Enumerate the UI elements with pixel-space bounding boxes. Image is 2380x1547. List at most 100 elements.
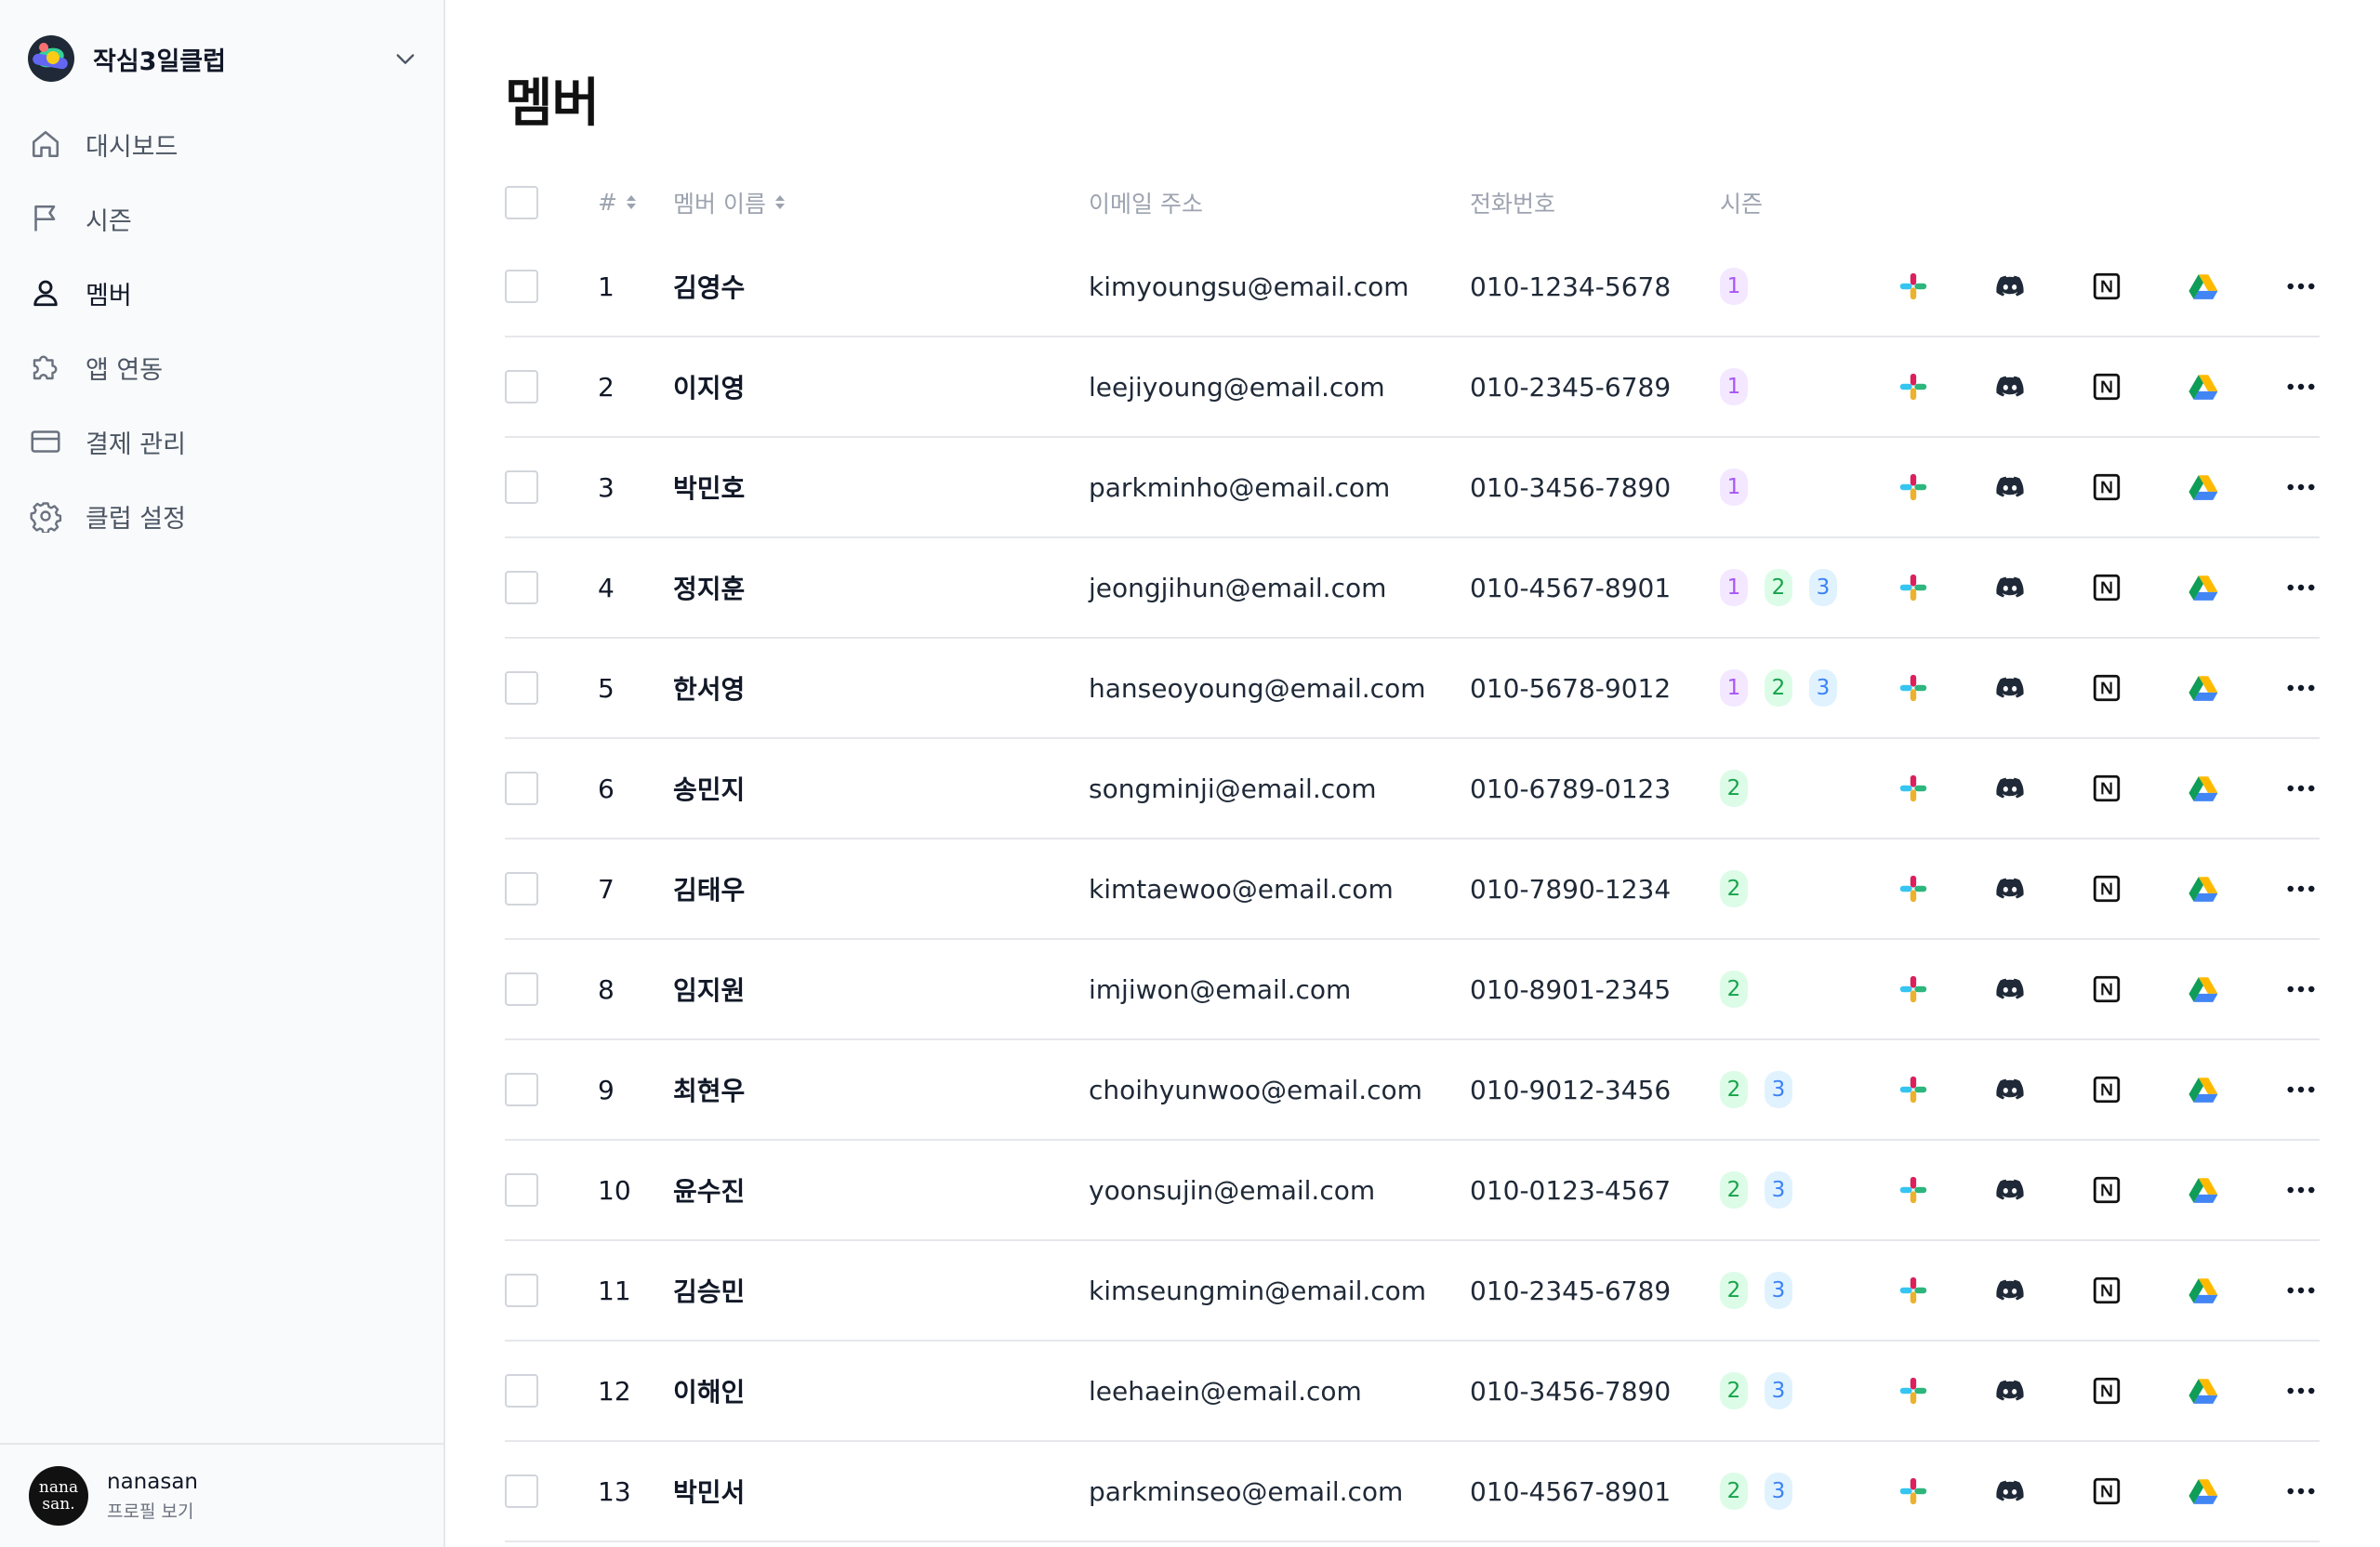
google-drive-icon[interactable]: [2187, 571, 2220, 604]
sidebar-item-club-settings[interactable]: 클럽 설정: [28, 479, 418, 553]
user-profile[interactable]: nana san. nanasan 프로필 보기: [0, 1443, 443, 1547]
slack-icon[interactable]: [1897, 1274, 1930, 1307]
slack-icon[interactable]: [1897, 571, 1930, 604]
row-checkbox[interactable]: [505, 1274, 538, 1307]
slack-icon[interactable]: [1897, 1173, 1930, 1207]
season-badge: 3: [1765, 1272, 1792, 1309]
notion-icon[interactable]: [2090, 1374, 2123, 1408]
sidebar-item-app-integration[interactable]: 앱 연동: [28, 330, 418, 404]
more-options-icon[interactable]: [2282, 270, 2320, 303]
more-options-icon[interactable]: [2282, 571, 2320, 604]
table-row: 4 정지훈 jeongjihun@email.com 010-4567-8901…: [505, 538, 2320, 639]
google-drive-icon[interactable]: [2187, 972, 2220, 1006]
row-checkbox[interactable]: [505, 571, 538, 604]
club-switcher[interactable]: 작심3일클럽: [28, 33, 418, 84]
discord-icon[interactable]: [1993, 571, 2027, 604]
slack-icon[interactable]: [1897, 270, 1930, 303]
row-checkbox[interactable]: [505, 1474, 538, 1508]
discord-icon[interactable]: [1993, 772, 2027, 805]
discord-icon[interactable]: [1993, 872, 2027, 906]
google-drive-icon[interactable]: [2187, 470, 2220, 504]
row-checkbox[interactable]: [505, 1173, 538, 1207]
discord-icon[interactable]: [1993, 270, 2027, 303]
discord-icon[interactable]: [1993, 972, 2027, 1006]
season-badge: 1: [1720, 569, 1748, 606]
slack-icon[interactable]: [1897, 1073, 1930, 1106]
more-options-icon[interactable]: [2282, 1274, 2320, 1307]
row-checkbox[interactable]: [505, 470, 538, 504]
discord-icon[interactable]: [1993, 1474, 2027, 1508]
more-options-icon[interactable]: [2282, 370, 2320, 403]
more-options-icon[interactable]: [2282, 671, 2320, 705]
slack-icon[interactable]: [1897, 370, 1930, 403]
more-options-icon[interactable]: [2282, 470, 2320, 504]
sidebar-item-dashboard[interactable]: 대시보드: [28, 107, 418, 181]
slack-icon[interactable]: [1897, 872, 1930, 906]
notion-icon[interactable]: [2090, 370, 2123, 403]
google-drive-icon[interactable]: [2187, 872, 2220, 906]
member-seasons: 23: [1720, 1141, 1809, 1239]
slack-icon[interactable]: [1897, 470, 1930, 504]
google-drive-icon[interactable]: [2187, 1274, 2220, 1307]
select-all-checkbox[interactable]: [505, 185, 538, 219]
view-profile-link[interactable]: 프로필 보기: [107, 1498, 198, 1523]
notion-icon[interactable]: [2090, 571, 2123, 604]
slack-icon[interactable]: [1897, 671, 1930, 705]
chevron-down-icon[interactable]: [392, 46, 418, 72]
notion-icon[interactable]: [2090, 872, 2123, 906]
notion-icon[interactable]: [2090, 1274, 2123, 1307]
more-options-icon[interactable]: [2282, 872, 2320, 906]
slack-icon[interactable]: [1897, 772, 1930, 805]
row-checkbox[interactable]: [505, 671, 538, 705]
column-header-num[interactable]: #: [598, 167, 636, 237]
row-checkbox[interactable]: [505, 972, 538, 1006]
avatar: nana san.: [29, 1466, 88, 1526]
discord-icon[interactable]: [1993, 1274, 2027, 1307]
google-drive-icon[interactable]: [2187, 1173, 2220, 1207]
notion-icon[interactable]: [2090, 671, 2123, 705]
google-drive-icon[interactable]: [2187, 1474, 2220, 1508]
sidebar-item-billing[interactable]: 결제 관리: [28, 404, 418, 479]
row-checkbox[interactable]: [505, 872, 538, 906]
column-header-name[interactable]: 멤버 이름: [673, 167, 785, 237]
notion-icon[interactable]: [2090, 1173, 2123, 1207]
row-checkbox[interactable]: [505, 1073, 538, 1106]
member-email: leejiyoung@email.com: [1089, 371, 1385, 403]
sidebar-item-members[interactable]: 멤버: [28, 256, 418, 330]
more-options-icon[interactable]: [2282, 772, 2320, 805]
member-seasons: 123: [1720, 538, 1854, 637]
google-drive-icon[interactable]: [2187, 772, 2220, 805]
slack-icon[interactable]: [1897, 1374, 1930, 1408]
discord-icon[interactable]: [1993, 470, 2027, 504]
google-drive-icon[interactable]: [2187, 270, 2220, 303]
discord-icon[interactable]: [1993, 1073, 2027, 1106]
discord-icon[interactable]: [1993, 1173, 2027, 1207]
google-drive-icon[interactable]: [2187, 671, 2220, 705]
row-checkbox[interactable]: [505, 1374, 538, 1408]
discord-icon[interactable]: [1993, 671, 2027, 705]
notion-icon[interactable]: [2090, 772, 2123, 805]
google-drive-icon[interactable]: [2187, 370, 2220, 403]
row-checkbox[interactable]: [505, 270, 538, 303]
slack-icon[interactable]: [1897, 1474, 1930, 1508]
season-badge: 1: [1720, 268, 1748, 305]
row-checkbox[interactable]: [505, 370, 538, 403]
more-options-icon[interactable]: [2282, 1073, 2320, 1106]
discord-icon[interactable]: [1993, 1374, 2027, 1408]
more-options-icon[interactable]: [2282, 972, 2320, 1006]
notion-icon[interactable]: [2090, 1474, 2123, 1508]
notion-icon[interactable]: [2090, 972, 2123, 1006]
more-options-icon[interactable]: [2282, 1173, 2320, 1207]
more-options-icon[interactable]: [2282, 1374, 2320, 1408]
google-drive-icon[interactable]: [2187, 1073, 2220, 1106]
google-drive-icon[interactable]: [2187, 1374, 2220, 1408]
row-checkbox[interactable]: [505, 772, 538, 805]
more-options-icon[interactable]: [2282, 1474, 2320, 1508]
notion-icon[interactable]: [2090, 270, 2123, 303]
sidebar-item-season[interactable]: 시즌: [28, 181, 418, 256]
slack-icon[interactable]: [1897, 972, 1930, 1006]
notion-icon[interactable]: [2090, 1073, 2123, 1106]
notion-icon[interactable]: [2090, 470, 2123, 504]
discord-icon[interactable]: [1993, 370, 2027, 403]
member-number: 4: [598, 572, 615, 603]
